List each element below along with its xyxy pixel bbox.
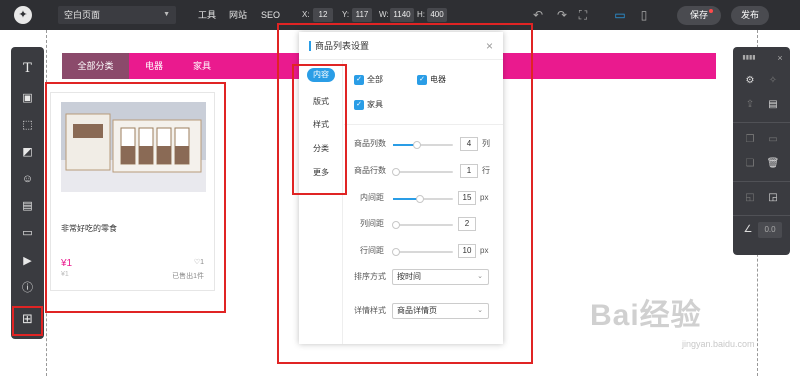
delete-trash-icon[interactable]: 🗑 — [766, 157, 780, 171]
page-select[interactable]: 空白页面 ▼ — [58, 6, 176, 24]
layer-up-icon[interactable]: ◲ — [766, 191, 780, 205]
mobile-view-icon[interactable]: ▯ — [636, 7, 652, 23]
toolbar-divider — [733, 181, 790, 182]
toolbar-divider — [733, 122, 790, 123]
angle-input[interactable]: 0.0 — [758, 222, 782, 238]
undo-icon[interactable]: ↶ — [530, 7, 546, 23]
widget-toolbox: T ▣ ⬚ ◩ ☺ ▤ ▭ ▶ ⓘ ⊞ — [11, 47, 44, 339]
highlight-settings-panel — [277, 23, 533, 364]
baidu-watermark: Bai经验 — [590, 299, 702, 332]
app-logo-icon[interactable]: ✦ — [14, 6, 32, 24]
publish-button[interactable]: 发布 — [731, 6, 769, 25]
info-tool-icon[interactable]: ⓘ — [18, 279, 37, 298]
form-tool-icon[interactable]: ▤ — [18, 197, 37, 216]
menu-tools[interactable]: 工具 — [198, 0, 216, 30]
page-select-value: 空白页面 — [64, 10, 101, 20]
duplicate-icon[interactable]: ❏ — [743, 157, 757, 171]
shape-tool-icon[interactable]: ◩ — [18, 143, 37, 162]
h-input[interactable]: 400 — [427, 8, 447, 22]
drag-handle-icon[interactable]: ▮▮▮▮ — [739, 51, 759, 65]
rotate-angle-icon[interactable]: ∠ — [741, 223, 755, 237]
y-input[interactable]: 117 — [352, 8, 372, 22]
close-icon[interactable]: × — [773, 51, 787, 65]
baidu-watermark-url: jingyan.baidu.com — [682, 339, 755, 349]
video-tool-icon[interactable]: ▶ — [18, 252, 37, 271]
redo-icon[interactable]: ↷ — [554, 7, 570, 23]
w-input[interactable]: 1140 — [390, 8, 414, 22]
paste-icon[interactable]: ▭ — [766, 133, 780, 147]
emoji-tool-icon[interactable]: ☺ — [18, 170, 37, 189]
x-input[interactable]: 12 — [313, 8, 333, 22]
image-tool-icon[interactable]: ▣ — [18, 89, 37, 108]
upload-icon[interactable]: ⇪ — [743, 98, 757, 112]
highlight-product-card — [45, 82, 226, 313]
menu-website[interactable]: 网站 — [229, 0, 247, 30]
page-icon[interactable]: ▤ — [766, 98, 780, 112]
comment-tool-icon[interactable]: ▭ — [18, 224, 37, 243]
save-button-label: 保存 — [689, 10, 708, 20]
text-tool-icon[interactable]: T — [18, 59, 37, 78]
fullscreen-icon[interactable]: ⛶ — [575, 7, 591, 23]
animation-icon[interactable]: ✧ — [766, 74, 780, 88]
highlight-app-tool — [12, 306, 43, 336]
right-toolbar: ▮▮▮▮ × ⚙ ✧ ⇪ ▤ ❐ ▭ ❏ 🗑 ◱ ◲ ∠ 0.0 — [733, 47, 790, 255]
cursor-tool-icon[interactable]: ⬚ — [18, 116, 37, 135]
copy-icon[interactable]: ❐ — [743, 133, 757, 147]
category-all[interactable]: 全部分类 — [62, 53, 129, 79]
save-button[interactable]: 保存 — [677, 6, 721, 25]
category-furniture[interactable]: 家具 — [180, 53, 224, 79]
category-appliances[interactable]: 电器 — [132, 53, 176, 79]
layer-down-icon[interactable]: ◱ — [743, 191, 757, 205]
desktop-view-icon[interactable]: ▭ — [612, 7, 628, 23]
unsaved-dot — [709, 9, 713, 13]
settings-gear-icon[interactable]: ⚙ — [743, 74, 757, 88]
toolbar-divider — [733, 215, 790, 216]
chevron-down-icon: ▼ — [163, 11, 170, 18]
